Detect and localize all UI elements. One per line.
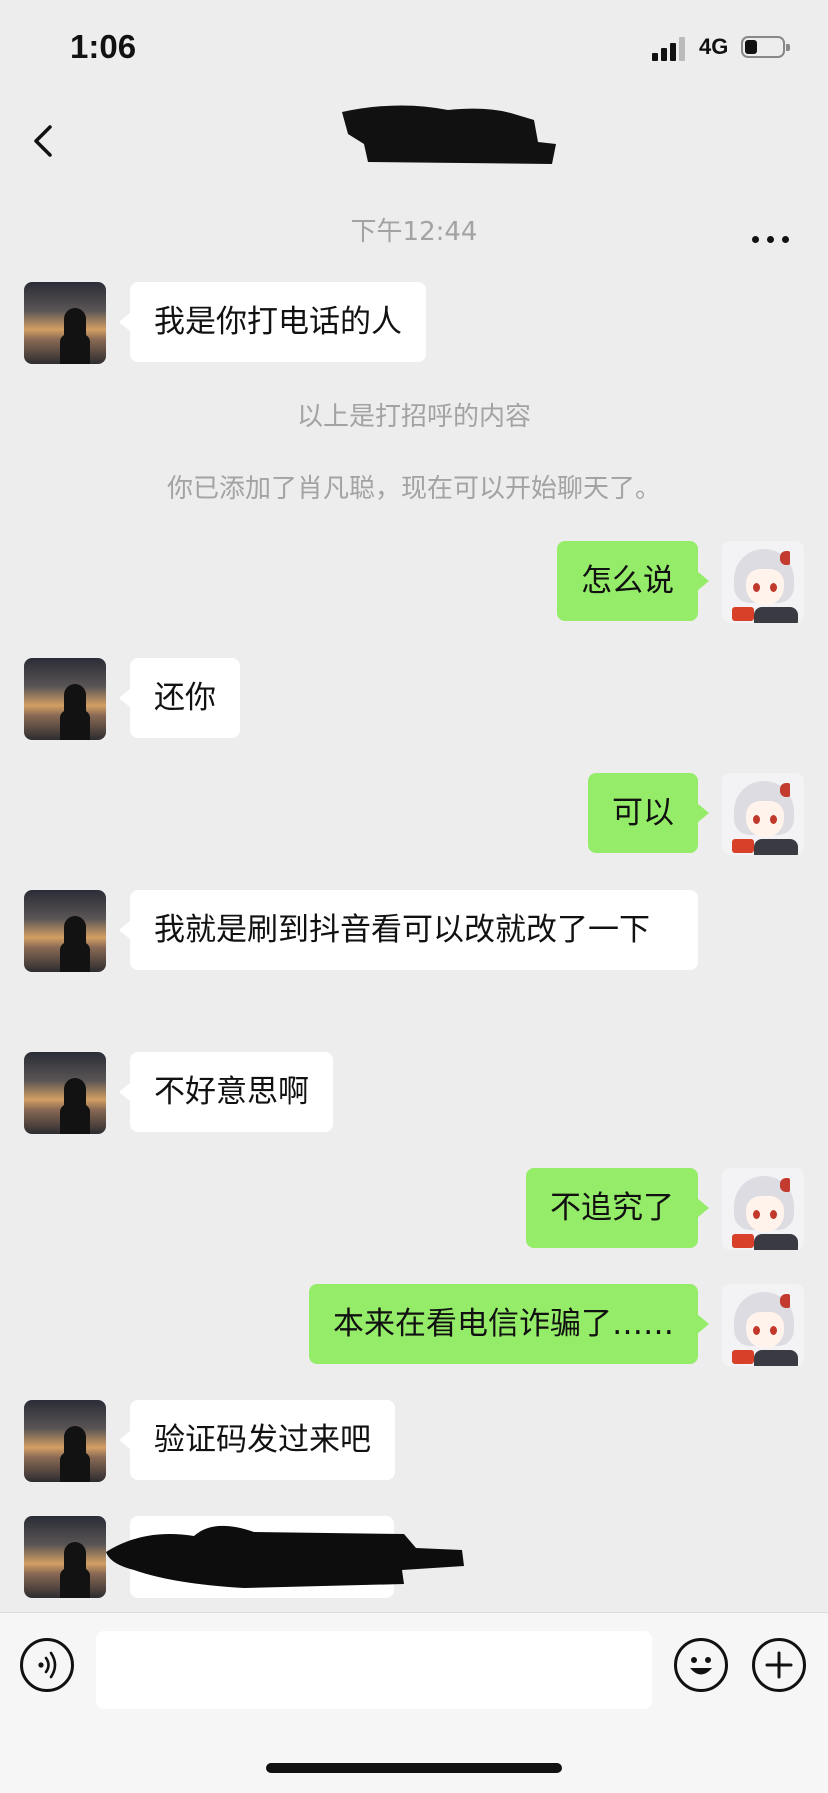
network-type: 4G xyxy=(699,34,729,59)
chat-timestamp: 下午12:44 xyxy=(350,217,478,247)
voice-icon[interactable] xyxy=(20,1638,74,1692)
contact-avatar[interactable] xyxy=(24,890,106,972)
status-time: 1:06 xyxy=(70,28,137,65)
contact-avatar[interactable] xyxy=(24,1400,106,1482)
redaction-scribble xyxy=(106,1525,464,1588)
message-input[interactable] xyxy=(96,1631,652,1709)
my-avatar[interactable] xyxy=(722,773,804,855)
incoming-message[interactable]: 我是你打电话的人 xyxy=(119,282,426,362)
greeting-notice: 以上是打招呼的内容 xyxy=(296,402,531,432)
incoming-message[interactable]: 还你 xyxy=(119,658,240,738)
redacted-contact-name xyxy=(342,105,556,164)
battery-icon xyxy=(741,36,790,58)
my-avatar[interactable] xyxy=(722,541,804,623)
my-avatar[interactable] xyxy=(722,1168,804,1250)
emoji-icon[interactable] xyxy=(674,1638,728,1692)
incoming-message[interactable]: 我就是刷到抖音看可以改就改了一下 xyxy=(119,890,698,970)
contact-avatar[interactable] xyxy=(24,658,106,740)
outgoing-message[interactable]: 可以 xyxy=(588,773,709,853)
signal-icon xyxy=(652,37,690,61)
contact-avatar[interactable] xyxy=(24,1516,106,1598)
contact-avatar[interactable] xyxy=(24,1052,106,1134)
outgoing-message[interactable]: 不追究了 xyxy=(526,1168,709,1248)
contact-avatar[interactable] xyxy=(24,282,106,364)
incoming-message[interactable]: 验证码发过来吧 xyxy=(119,1400,395,1480)
outgoing-message[interactable]: 怎么说 xyxy=(557,541,709,621)
status-bar: 1:06 4G xyxy=(0,0,828,100)
friend-added-notice: 你已添加了肖凡聪，现在可以开始聊天了。 xyxy=(166,474,661,504)
incoming-message[interactable]: 不好意思啊 xyxy=(119,1052,333,1132)
chevron-left-icon[interactable] xyxy=(26,121,66,161)
outgoing-message[interactable]: 本来在看电信诈骗了…… xyxy=(309,1284,709,1364)
plus-icon[interactable] xyxy=(752,1638,806,1692)
my-avatar[interactable] xyxy=(722,1284,804,1366)
home-indicator[interactable] xyxy=(266,1763,562,1773)
